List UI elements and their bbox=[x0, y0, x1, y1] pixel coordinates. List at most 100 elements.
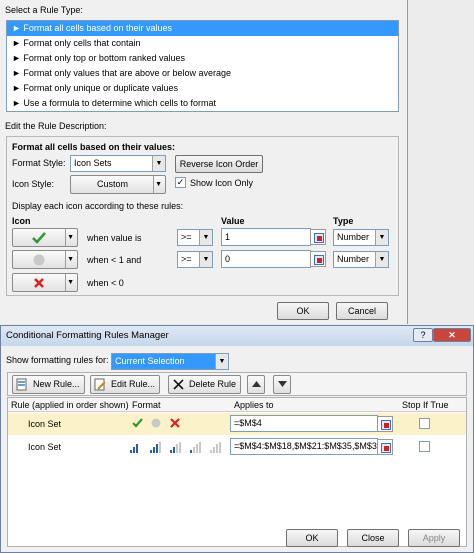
arrow-down-icon bbox=[278, 381, 287, 387]
show-rules-for-value: Current Selection bbox=[115, 356, 185, 366]
icon-style-select[interactable]: Custom ▼ bbox=[70, 175, 166, 194]
rule-type-item[interactable]: ► Format only unique or duplicate values bbox=[7, 81, 398, 96]
rule-type-item[interactable]: ► Format only top or bottom ranked value… bbox=[7, 51, 398, 66]
type-select-1[interactable]: Number ▼ bbox=[333, 229, 389, 246]
range-select-icon[interactable] bbox=[377, 439, 393, 455]
table-row[interactable]: Icon Set =$M$4:$M$18,$M$21:$M$35,$M$38: bbox=[8, 436, 466, 458]
chevron-down-icon: ▼ bbox=[152, 156, 165, 171]
gray-circle-icon bbox=[33, 254, 45, 266]
operator-value: >= bbox=[181, 232, 192, 242]
icon-picker-3[interactable]: ▼ bbox=[12, 273, 78, 292]
help-button[interactable]: ? bbox=[413, 328, 433, 342]
chevron-down-icon: ▼ bbox=[67, 234, 74, 241]
chevron-down-icon: ▼ bbox=[199, 252, 212, 267]
operator-select-2[interactable]: >= ▼ bbox=[177, 251, 213, 268]
value-input-2[interactable]: 0 bbox=[221, 250, 311, 268]
rule-type-item[interactable]: ► Format all cells based on their values bbox=[7, 21, 398, 36]
signal-bars-icons bbox=[130, 442, 221, 453]
rules-manager-dialog: Conditional Formatting Rules Manager ? ✕… bbox=[0, 325, 474, 553]
icon-column-header: Icon bbox=[12, 216, 31, 226]
type-select-2[interactable]: Number ▼ bbox=[333, 251, 389, 268]
show-icon-only-checkbox[interactable]: ✓ bbox=[175, 177, 186, 188]
icon-picker-2[interactable]: ▼ bbox=[12, 250, 78, 269]
format-column-header: Format bbox=[132, 400, 161, 410]
show-rules-for-label: Show formatting rules for: bbox=[6, 355, 109, 365]
edit-rule-label: Edit Rule... bbox=[111, 379, 156, 389]
type-value: Number bbox=[337, 254, 370, 264]
format-style-label: Format Style: bbox=[12, 158, 66, 168]
window-title: Conditional Formatting Rules Manager bbox=[6, 330, 169, 341]
rule-column-header: Rule (applied in order shown) bbox=[11, 400, 129, 410]
cancel-button[interactable]: Cancel bbox=[336, 302, 388, 320]
format-style-value: Icon Sets bbox=[74, 158, 112, 168]
new-rule-label: New Rule... bbox=[33, 379, 80, 389]
applies-to-column-header: Applies to bbox=[234, 400, 274, 410]
green-check-icon bbox=[132, 418, 143, 428]
delete-rule-label: Delete Rule bbox=[189, 379, 237, 389]
applies-to-input[interactable]: =$M$4:$M$18,$M$21:$M$35,$M$38: bbox=[230, 438, 378, 455]
chevron-down-icon: ▼ bbox=[199, 230, 212, 245]
stop-if-true-checkbox[interactable] bbox=[419, 418, 430, 429]
close-icon: ✕ bbox=[448, 330, 456, 340]
edit-rule-button[interactable]: Edit Rule... bbox=[90, 375, 161, 394]
condition-label-3: when < 0 bbox=[87, 278, 124, 288]
format-style-select[interactable]: Icon Sets ▼ bbox=[70, 155, 166, 172]
operator-select-1[interactable]: >= ▼ bbox=[177, 229, 213, 246]
delete-rule-button[interactable]: Delete Rule bbox=[168, 375, 242, 394]
section-heading: Format all cells based on their values: bbox=[12, 142, 176, 152]
condition-label-2: when < 1 and bbox=[87, 255, 142, 265]
red-x-icon bbox=[170, 418, 180, 428]
gray-circle-icon bbox=[151, 418, 161, 428]
chevron-down-icon: ▼ bbox=[67, 279, 74, 286]
range-select-icon[interactable] bbox=[377, 416, 393, 432]
arrow-up-icon bbox=[252, 381, 261, 387]
type-column-header: Type bbox=[333, 216, 354, 226]
move-down-button[interactable] bbox=[273, 375, 291, 394]
edit-rule-dialog: Select a Rule Type: ► Format all cells b… bbox=[0, 0, 408, 324]
select-rule-type-label: Select a Rule Type: bbox=[5, 5, 83, 15]
stop-if-true-checkbox[interactable] bbox=[419, 441, 430, 452]
title-bar: Conditional Formatting Rules Manager bbox=[1, 326, 473, 346]
close-button[interactable]: Close bbox=[347, 529, 399, 547]
chevron-down-icon: ▼ bbox=[67, 256, 74, 263]
green-check-icon bbox=[32, 232, 46, 244]
condition-label-1: when value is bbox=[87, 233, 142, 243]
rule-type-item[interactable]: ► Use a formula to determine which cells… bbox=[7, 96, 398, 111]
icon-style-value: Custom bbox=[97, 179, 129, 189]
close-window-button[interactable]: ✕ bbox=[433, 328, 471, 342]
grid-header: Rule (applied in order shown) Format App… bbox=[8, 398, 466, 412]
rule-type-item[interactable]: ► Format only values that are above or b… bbox=[7, 66, 398, 81]
apply-button[interactable]: Apply bbox=[408, 529, 460, 547]
chevron-down-icon: ▼ bbox=[375, 230, 388, 245]
type-value: Number bbox=[337, 232, 370, 242]
edit-rule-icon bbox=[94, 378, 106, 391]
rule-type-list[interactable]: ► Format all cells based on their values… bbox=[6, 20, 399, 112]
show-rules-for-select[interactable]: Current Selection ▼ bbox=[111, 353, 229, 370]
new-rule-icon bbox=[16, 378, 27, 391]
range-select-icon[interactable] bbox=[310, 229, 326, 245]
rules-toolbar: New Rule... Edit Rule... Delete Rule bbox=[7, 372, 467, 396]
value-input-1[interactable]: 1 bbox=[221, 228, 311, 246]
reverse-icon-order-button[interactable]: Reverse Icon Order bbox=[175, 155, 263, 173]
icon-picker-1[interactable]: ▼ bbox=[12, 228, 78, 247]
new-rule-button[interactable]: New Rule... bbox=[12, 375, 85, 394]
stop-if-true-column-header: Stop If True bbox=[402, 400, 449, 410]
applies-to-input[interactable]: =$M$4 bbox=[230, 415, 378, 432]
edit-description-label: Edit the Rule Description: bbox=[5, 121, 107, 131]
rules-grid: Rule (applied in order shown) Format App… bbox=[7, 397, 467, 547]
move-up-button[interactable] bbox=[247, 375, 265, 394]
rule-name: Icon Set bbox=[28, 442, 62, 452]
delete-icon bbox=[173, 379, 184, 390]
ok-button[interactable]: OK bbox=[277, 302, 329, 320]
range-select-icon[interactable] bbox=[310, 251, 326, 267]
rule-type-item[interactable]: ► Format only cells that contain bbox=[7, 36, 398, 51]
icon-style-label: Icon Style: bbox=[12, 179, 55, 189]
chevron-down-icon: ▼ bbox=[375, 252, 388, 267]
show-icon-only-label: Show Icon Only bbox=[190, 178, 254, 188]
ok-button[interactable]: OK bbox=[286, 529, 338, 547]
value-column-header: Value bbox=[221, 216, 245, 226]
rule-description-group: Format all cells based on their values: … bbox=[6, 136, 399, 296]
rule-name: Icon Set bbox=[28, 419, 62, 429]
table-row[interactable]: Icon Set =$M$4 bbox=[8, 413, 466, 435]
chevron-down-icon: ▼ bbox=[155, 181, 162, 188]
